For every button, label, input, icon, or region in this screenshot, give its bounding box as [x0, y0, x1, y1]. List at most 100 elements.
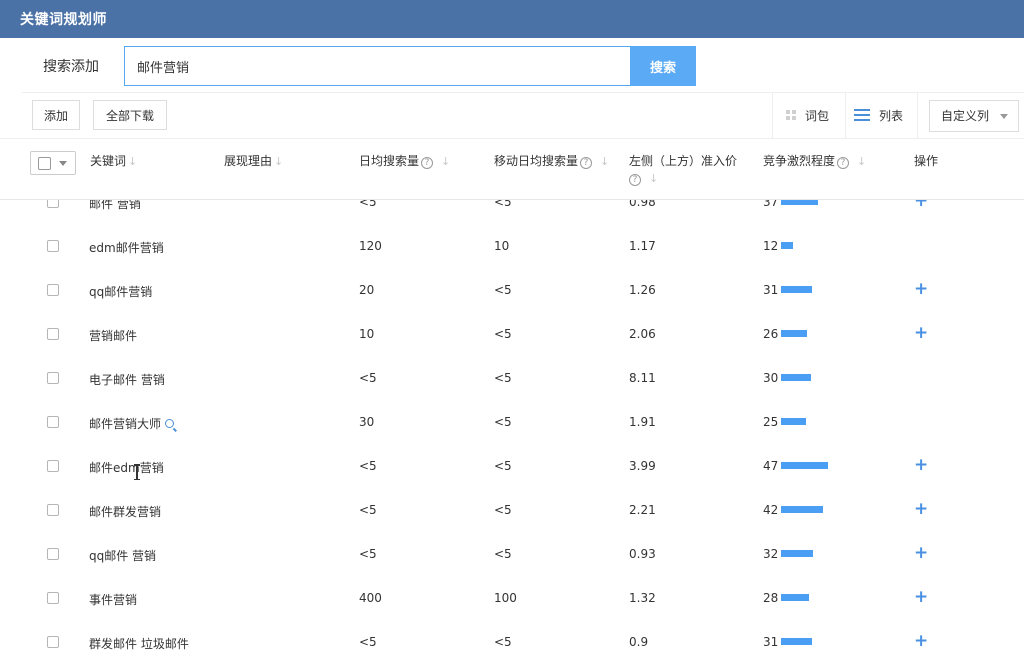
row-checkbox[interactable] [47, 592, 59, 604]
table-row[interactable]: 事件营销 400 100 1.32 28 + [0, 576, 1024, 620]
competition-bar [781, 374, 812, 381]
row-checkbox[interactable] [47, 548, 59, 560]
arrow-down-icon: ↓ [600, 155, 610, 168]
table-row[interactable]: qq邮件 营销 <5 <5 0.93 32 + [0, 532, 1024, 576]
app-title: 关键词规划师 [20, 12, 107, 28]
keyword-cell[interactable]: 营销邮件 [89, 327, 137, 344]
chevron-down-icon [1000, 114, 1008, 119]
chevron-down-icon [59, 161, 67, 166]
add-button[interactable]: 添加 [32, 100, 80, 130]
competition-cell: 42 [763, 503, 824, 517]
table-row[interactable]: 营销邮件 10 <5 2.06 26 + [0, 312, 1024, 356]
plus-icon[interactable]: + [914, 587, 928, 607]
select-all-checkbox[interactable] [38, 157, 51, 170]
bid-cell: 0.93 [629, 547, 656, 561]
custom-columns-dropdown[interactable]: 自定义列 [929, 100, 1019, 132]
row-checkbox[interactable] [47, 416, 59, 428]
competition-value: 32 [763, 547, 779, 561]
table-row[interactable]: qq邮件营销 20 <5 1.26 31 + [0, 268, 1024, 312]
row-checkbox[interactable] [47, 372, 59, 384]
bid-cell: 8.11 [629, 371, 656, 385]
mobile-search-cell: <5 [494, 503, 512, 517]
table-row[interactable]: 邮件 营销 <5 <5 0.98 37 + [0, 200, 1024, 224]
competition-value: 37 [763, 200, 779, 209]
view-list-toggle[interactable]: 列表 [854, 107, 903, 124]
row-checkbox[interactable] [47, 460, 59, 472]
plus-icon[interactable]: + [914, 631, 928, 651]
competition-cell: 32 [763, 547, 814, 561]
keyword-table-body: 邮件 营销 <5 <5 0.98 37 + edm邮件营销 120 10 1.17 12 qq邮件营销… [0, 200, 1024, 664]
table-row[interactable]: 邮件营销大师 30 <5 1.91 25 [0, 400, 1024, 444]
select-all-dropdown[interactable] [30, 151, 76, 175]
keyword-cell[interactable]: qq邮件 营销 [89, 547, 156, 564]
competition-bar [781, 594, 810, 601]
list-icon [854, 109, 870, 121]
bid-cell: 1.17 [629, 239, 656, 253]
plus-icon[interactable]: + [914, 543, 928, 563]
arrow-down-icon: ↓ [274, 155, 284, 168]
row-checkbox[interactable] [47, 636, 59, 648]
keyword-cell[interactable]: qq邮件营销 [89, 283, 152, 300]
competition-cell: 28 [763, 591, 810, 605]
competition-cell: 25 [763, 415, 807, 429]
toolbar-divider [917, 93, 918, 139]
plus-icon[interactable]: + [914, 279, 928, 299]
competition-bar [781, 330, 808, 337]
column-header-competition[interactable]: 竞争激烈程度? ↓ [763, 153, 866, 170]
question-circle-icon[interactable]: ? [421, 157, 434, 169]
competition-value: 12 [763, 239, 779, 253]
download-all-button[interactable]: 全部下载 [93, 100, 167, 130]
mobile-search-cell: <5 [494, 459, 512, 473]
column-label: 移动日均搜索量 [494, 154, 579, 168]
question-circle-icon[interactable]: ? [580, 157, 593, 169]
keyword-text: 邮件营销大师 [89, 417, 162, 431]
keyword-cell[interactable]: 邮件营销大师 [89, 415, 175, 432]
daily-search-cell: <5 [359, 371, 377, 385]
table-row[interactable]: 邮件群发营销 <5 <5 2.21 42 + [0, 488, 1024, 532]
keyword-text: 电子邮件 营销 [89, 373, 165, 387]
column-header-reason[interactable]: 展现理由 ↓ [224, 153, 283, 170]
keyword-cell[interactable]: 邮件群发营销 [89, 503, 161, 520]
question-circle-icon[interactable]: ? [837, 157, 850, 169]
plus-icon[interactable]: + [914, 455, 928, 475]
bid-cell: 3.99 [629, 459, 656, 473]
column-header-mobile[interactable]: 移动日均搜索量? ↓ [494, 153, 609, 170]
competition-bar [781, 462, 829, 469]
column-header-daily[interactable]: 日均搜索量? ↓ [359, 153, 450, 170]
plus-icon[interactable]: + [914, 323, 928, 343]
keyword-cell[interactable]: 事件营销 [89, 591, 137, 608]
keyword-cell[interactable]: 邮件 营销 [89, 200, 141, 212]
competition-cell: 47 [763, 459, 829, 473]
keyword-cell[interactable]: edm邮件营销 [89, 239, 164, 256]
plus-icon[interactable]: + [914, 200, 928, 211]
mobile-search-cell: <5 [494, 547, 512, 561]
table-row[interactable]: 邮件edm营销 <5 <5 3.99 47 + [0, 444, 1024, 488]
keyword-cell[interactable]: 群发邮件 垃圾邮件 [89, 635, 189, 652]
magnifier-icon[interactable] [165, 419, 175, 428]
arrow-down-icon: ↓ [128, 155, 138, 168]
daily-search-cell: <5 [359, 459, 377, 473]
column-header-bid[interactable]: 左侧（上方）准入价? ↓ [629, 153, 754, 187]
toolbar: 添加 全部下载 词包 列表 自定义列 [22, 92, 1024, 139]
table-row[interactable]: 电子邮件 营销 <5 <5 8.11 30 [0, 356, 1024, 400]
row-checkbox[interactable] [47, 240, 59, 252]
plus-icon[interactable]: + [914, 499, 928, 519]
table-row[interactable]: 群发邮件 垃圾邮件 <5 <5 0.9 31 + [0, 620, 1024, 664]
row-checkbox[interactable] [47, 284, 59, 296]
daily-search-cell: <5 [359, 635, 377, 649]
mobile-search-cell: <5 [494, 200, 512, 209]
competition-cell: 31 [763, 283, 813, 297]
row-checkbox[interactable] [47, 328, 59, 340]
search-input[interactable] [124, 46, 630, 86]
keyword-cell[interactable]: 邮件edm营销 [89, 459, 164, 476]
row-checkbox[interactable] [47, 200, 59, 208]
custom-columns-label: 自定义列 [941, 109, 990, 123]
daily-search-cell: 30 [359, 415, 375, 429]
row-checkbox[interactable] [47, 504, 59, 516]
search-button[interactable]: 搜索 [630, 46, 696, 86]
keyword-cell[interactable]: 电子邮件 营销 [89, 371, 165, 388]
view-ciba-toggle[interactable]: 词包 [786, 107, 829, 124]
table-row[interactable]: edm邮件营销 120 10 1.17 12 [0, 224, 1024, 268]
column-header-keyword[interactable]: 关键词 ↓ [90, 153, 137, 170]
question-circle-icon[interactable]: ? [629, 174, 641, 186]
